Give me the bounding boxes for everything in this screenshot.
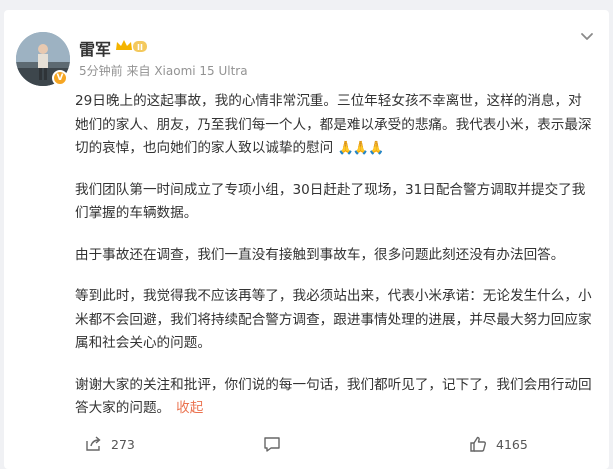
post-paragraph: 等到此时，我觉得我不应该再等了，我必须站出来，代表小米承诺：无论发生什么，小米都… bbox=[75, 288, 592, 351]
share-count: 273 bbox=[111, 436, 135, 452]
post-device: Xiaomi 15 Ultra bbox=[154, 64, 248, 78]
svg-text:II: II bbox=[137, 43, 143, 52]
action-bar: 273 4165 bbox=[4, 420, 609, 464]
post-paragraph: 我们团队第一时间成立了专项小组，30日赶赴了现场，31日配合警方调取并提交了我们… bbox=[75, 181, 586, 222]
share-button[interactable]: 273 bbox=[84, 434, 135, 454]
like-count: 4165 bbox=[496, 436, 528, 452]
author-name[interactable]: 雷军 bbox=[79, 36, 111, 60]
source-prefix: 来自 bbox=[126, 64, 151, 78]
weibo-post-card: V 雷军 II 5分钟前 来自 Xiaomi 15 Ultra 29日晚上的这起… bbox=[4, 10, 609, 469]
post-paragraph: 由于事故还在调查，我们一直没有接触到事故车，很多问题此刻还没有办法回答。 bbox=[75, 246, 565, 263]
share-icon bbox=[86, 436, 101, 451]
vip-crown-icon[interactable]: II bbox=[114, 38, 148, 54]
post-text: 29日晚上的这起事故，我的心情非常沉重。三位年轻女孩不幸离世，这样的消息，对她们… bbox=[75, 90, 595, 437]
post-meta: 5分钟前 来自 Xiaomi 15 Ultra bbox=[79, 62, 248, 79]
collapse-link[interactable]: 收起 bbox=[176, 400, 203, 416]
post-timestamp[interactable]: 5分钟前 bbox=[79, 64, 123, 78]
more-chevron-icon[interactable] bbox=[579, 28, 595, 44]
post-paragraph: 29日晚上的这起事故，我的心情非常沉重。三位年轻女孩不幸离世，这样的消息，对她们… bbox=[75, 93, 592, 156]
comment-button[interactable] bbox=[262, 434, 291, 454]
comment-icon bbox=[264, 437, 280, 452]
verified-badge-icon: V bbox=[52, 70, 68, 86]
pray-emoji: 🙏🙏🙏 bbox=[337, 141, 385, 156]
like-button[interactable]: 4165 bbox=[469, 434, 528, 454]
like-icon bbox=[470, 436, 486, 452]
post-paragraph: 谢谢大家的关注和批评，你们说的每一句话，我们都听见了，记下了，我们会用行动回答大… bbox=[75, 376, 592, 417]
